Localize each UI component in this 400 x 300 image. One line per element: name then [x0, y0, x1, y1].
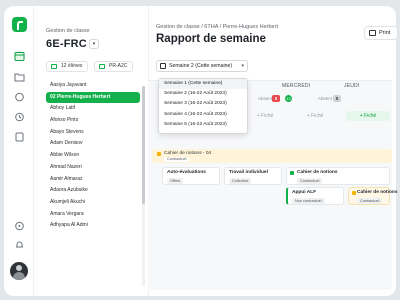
activity-card[interactable]: Auto-évaluations Offres: [162, 167, 220, 185]
bell-icon[interactable]: [14, 240, 25, 250]
student-list-item[interactable]: Adam Denisov: [46, 138, 140, 150]
chevron-down-icon: ▾: [241, 63, 244, 69]
card-tag: Contractuel: [357, 198, 383, 204]
week-select[interactable]: Semaine 2 (Cette semaine) ▾: [156, 60, 248, 72]
card-tag: Contractuel: [297, 178, 323, 184]
absent-label: Absent: [318, 96, 333, 101]
add-fiche-button[interactable]: + Fiché: [346, 111, 390, 121]
chat-icon[interactable]: [14, 92, 25, 102]
print-button[interactable]: Print: [364, 26, 398, 40]
activity-card[interactable]: Cahier de notions Contractuel: [348, 187, 398, 205]
absent-count-badge: 0: [333, 95, 341, 102]
avatar[interactable]: [10, 262, 28, 280]
student-list-item[interactable]: 02 Pierre-Hugues Herbert: [46, 91, 140, 104]
class-dropdown-button[interactable]: ▾: [89, 39, 99, 49]
student-list-item[interactable]: Abayo Stevens: [46, 127, 140, 139]
notebook-banner[interactable]: Cahier de notions - 04 Contractuel: [152, 149, 392, 163]
pill-label: PR-A2C: [109, 63, 128, 69]
card-title: Appui ALF: [292, 190, 317, 195]
class-title: 6E-FRC: [46, 38, 87, 50]
report-icon[interactable]: [14, 132, 25, 142]
card-tag: Non contractuel: [292, 198, 325, 204]
clock-icon[interactable]: [14, 112, 25, 122]
print-label: Print: [379, 30, 391, 36]
student-list-item[interactable]: Adaora Azubuike: [46, 185, 140, 197]
logo-icon[interactable]: [12, 17, 27, 32]
student-list-item[interactable]: Akumjeli Akuchi: [46, 197, 140, 209]
group-icon: [51, 64, 57, 69]
student-list-item[interactable]: Adhyapa Al Admi: [46, 220, 140, 232]
card-title: Auto-évaluations: [167, 170, 206, 175]
absent-count-badge: 0: [272, 95, 280, 102]
activity-card[interactable]: Appui ALF Non contractuel: [286, 187, 344, 205]
print-icon: [369, 30, 376, 36]
page-title: Rapport de semaine: [156, 33, 266, 45]
week-option[interactable]: Semaine 2 (16-22 Août 2023): [159, 89, 247, 99]
add-fiche-button[interactable]: + Fiché: [250, 111, 280, 121]
student-list-item[interactable]: Amara Vergara: [46, 209, 140, 221]
note-marker: [157, 152, 161, 156]
student-list-item[interactable]: Aasiya Jayavant: [46, 80, 140, 92]
student-list-item[interactable]: Afonso Pinto: [46, 115, 140, 127]
program-pill[interactable]: PR-A2C: [94, 61, 134, 72]
class-panel: Gestion de classe 6E-FRC ▾ 12 élèves PR-…: [34, 6, 149, 296]
week-option[interactable]: Semaine 1 (Cette semaine): [159, 79, 247, 90]
week-option[interactable]: Semaine 3 (16-22 Août 2023): [159, 99, 247, 109]
banner-title: Cahier de notions - 04: [164, 151, 212, 156]
card-tag: Offres: [167, 178, 184, 184]
day-number: 13: [285, 95, 292, 102]
card-marker: [352, 191, 356, 195]
add-fiche-button[interactable]: + Fiché: [300, 111, 330, 121]
student-list-item[interactable]: Aamir Almaraz: [46, 174, 140, 186]
calendar-icon[interactable]: [14, 51, 25, 61]
card-title: Cahier de notions: [297, 170, 338, 175]
card-marker: [290, 171, 294, 175]
student-list-item[interactable]: Abhoy Latif: [46, 103, 140, 115]
icon-rail: [4, 6, 34, 296]
student-list-item[interactable]: Ahmad Nazeri: [46, 162, 140, 174]
activity-card[interactable]: Travail individuel Collective: [224, 167, 282, 185]
students-count-pill[interactable]: 12 élèves: [46, 61, 89, 72]
panel-breadcrumb[interactable]: Gestion de classe: [46, 28, 90, 34]
absent-label: Absent: [258, 96, 273, 101]
week-dropdown-menu: Semaine 1 (Cette semaine) Semaine 2 (16-2…: [158, 78, 248, 134]
week-option[interactable]: Semaine 5 (16-22 Août 2023): [159, 120, 247, 130]
banner-tag: Contractuel: [164, 157, 190, 162]
week-option[interactable]: Semaine 4 (16-22 Août 2023): [159, 110, 247, 120]
scrollbar-thumb[interactable]: [142, 86, 145, 204]
calendar-icon: [160, 63, 166, 69]
activity-card[interactable]: Cahier de notions Contractuel: [286, 167, 390, 185]
day-header-thursday: JEUDI: [344, 83, 360, 89]
day-header-wednesday: MERCREDI: [282, 83, 311, 89]
student-list: Aasiya Jayavant 02 Pierre-Hugues Herbert A…: [46, 80, 140, 232]
card-title: Cahier de notions: [357, 190, 398, 195]
book-icon: [99, 64, 105, 69]
student-list-item[interactable]: Abbie Wilson: [46, 150, 140, 162]
pill-label: 12 élèves: [61, 63, 83, 69]
breadcrumb[interactable]: Gestion de classe / 6THA / Pierre-Hugues…: [156, 24, 278, 30]
folder-icon[interactable]: [14, 72, 25, 82]
card-tag: Collective: [229, 178, 252, 184]
student-list-scrollbar[interactable]: [142, 86, 145, 286]
play-icon[interactable]: [14, 221, 25, 231]
card-title: Travail individuel: [229, 170, 268, 175]
week-select-value: Semaine 2 (Cette semaine): [169, 63, 233, 69]
